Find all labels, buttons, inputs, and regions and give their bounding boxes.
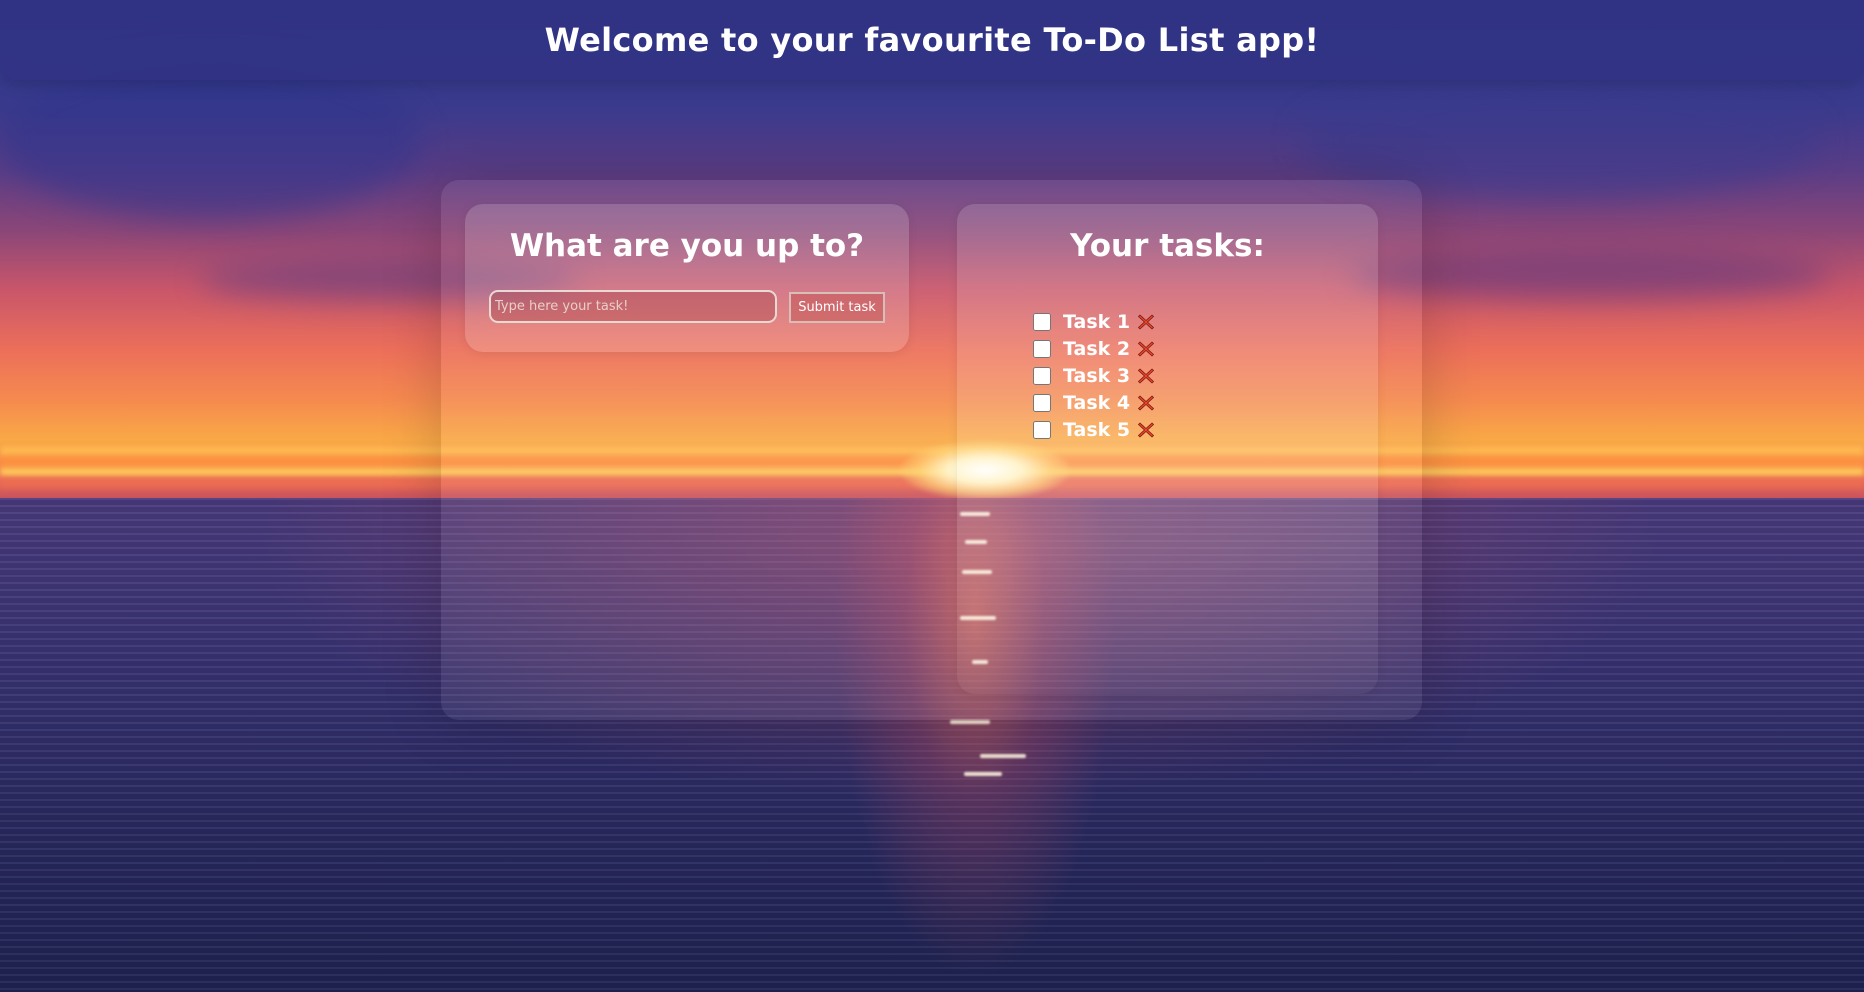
task-item: Task 1 [1029,308,1156,335]
delete-task-icon[interactable] [1136,312,1156,332]
task-label: Task 3 [1063,364,1131,387]
app-header: Welcome to your favourite To-Do List app… [0,0,1864,80]
task-checkbox[interactable] [1033,366,1051,385]
task-checkbox[interactable] [1033,420,1051,439]
task-input[interactable] [489,290,777,323]
task-label: Task 1 [1063,310,1131,333]
tasks-title: Your tasks: [1070,228,1265,264]
task-checkbox[interactable] [1033,339,1051,358]
task-label: Task 2 [1063,337,1131,360]
add-task-title: What are you up to? [509,228,865,264]
task-item: Task 3 [1029,362,1156,389]
tasks-panel: Your tasks: Task 1 Task 2 Task 3 Task 4 [957,204,1378,694]
task-checkbox[interactable] [1033,312,1051,331]
task-label: Task 4 [1063,391,1131,414]
task-label: Task 5 [1063,418,1131,441]
delete-task-icon[interactable] [1136,420,1156,440]
submit-task-button[interactable]: Submit task [789,292,885,323]
task-item: Task 2 [1029,335,1156,362]
app-title: Welcome to your favourite To-Do List app… [544,21,1320,59]
task-list: Task 1 Task 2 Task 3 Task 4 Task 5 [1029,308,1156,443]
delete-task-icon[interactable] [1136,339,1156,359]
task-item: Task 4 [1029,389,1156,416]
task-checkbox[interactable] [1033,393,1051,412]
add-task-panel: What are you up to? Submit task [465,204,909,352]
delete-task-icon[interactable] [1136,393,1156,413]
task-item: Task 5 [1029,416,1156,443]
delete-task-icon[interactable] [1136,366,1156,386]
